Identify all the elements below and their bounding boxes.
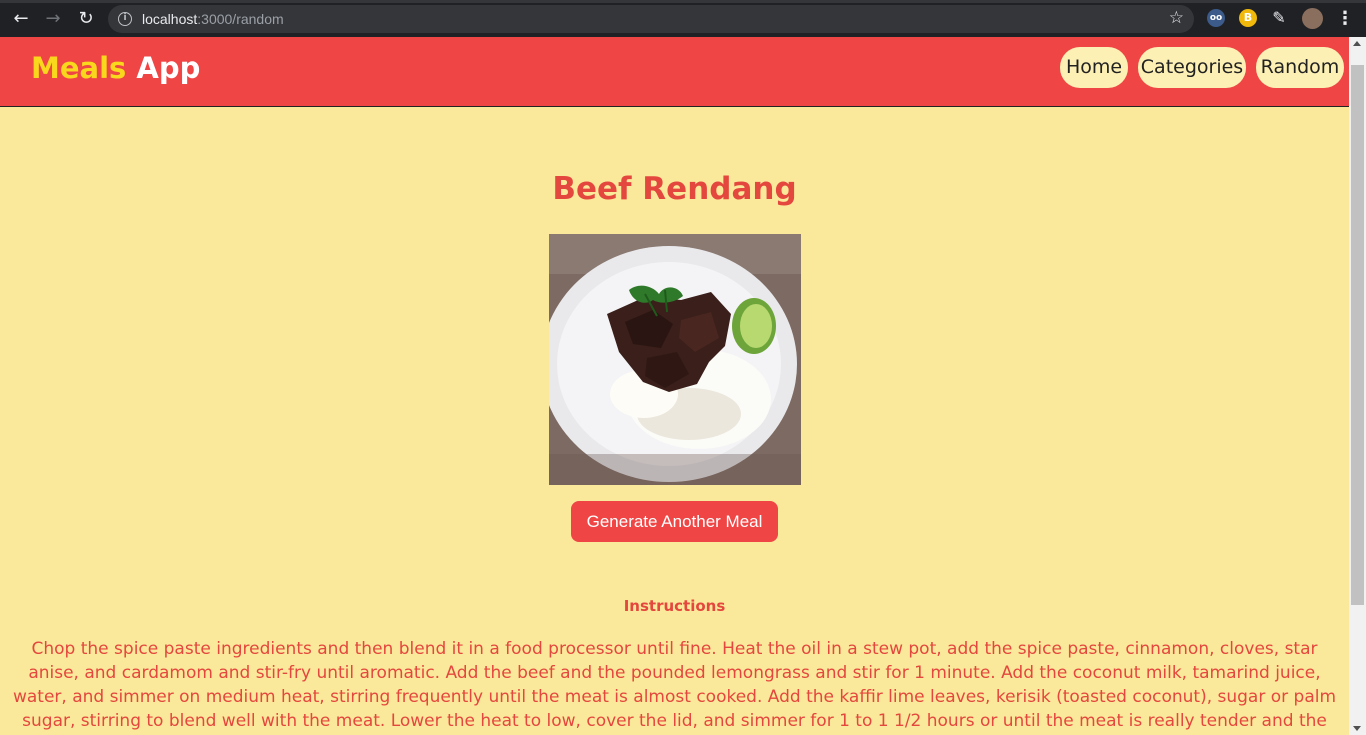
extension-eyes-icon[interactable]: oo [1207,9,1225,27]
back-icon[interactable]: ← [10,8,32,30]
scroll-down-arrow-icon[interactable] [1353,726,1361,731]
meal-image [549,234,801,485]
bookmark-star-icon[interactable]: ☆ [1169,8,1184,28]
meal-title: Beef Rendang [552,171,797,207]
instructions-heading: Instructions [623,597,726,615]
url-text[interactable]: localhost:3000/random [142,11,284,27]
tab-strip [0,0,1366,3]
reload-icon[interactable]: ↻ [75,8,97,30]
generate-meal-button[interactable]: Generate Another Meal [571,501,778,542]
extensions-puzzle-icon[interactable]: ✎ [1270,9,1288,27]
nav-categories[interactable]: Categories [1138,47,1246,88]
site-info-icon[interactable]: i [118,12,132,26]
logo-app: App [136,51,201,85]
profile-avatar[interactable] [1302,8,1323,29]
extension-coin-icon[interactable]: B [1239,9,1257,27]
scroll-up-arrow-icon[interactable] [1353,41,1361,46]
nav-home[interactable]: Home [1060,47,1128,88]
page-scrollbar[interactable] [1349,37,1366,735]
nav-random[interactable]: Random [1256,47,1344,88]
logo-meals: Meals [31,51,127,85]
url-path: :3000/random [197,11,284,27]
page-content: Meals App Home Categories Random Beef Re… [0,37,1349,735]
url-host: localhost [142,11,198,27]
instructions-text: Chop the spice paste ingredients and the… [12,639,1337,731]
scrollbar-thumb[interactable] [1351,65,1364,605]
address-bar[interactable]: i localhost:3000/random ☆ [108,5,1194,33]
forward-icon[interactable]: → [42,8,64,30]
app-navbar: Meals App Home Categories Random [0,37,1349,107]
browser-toolbar: ← → ↻ i localhost:3000/random ☆ oo B ✎ ⋮ [0,0,1366,37]
browser-menu-icon[interactable]: ⋮ [1334,8,1356,30]
app-logo[interactable]: Meals App [31,51,200,85]
